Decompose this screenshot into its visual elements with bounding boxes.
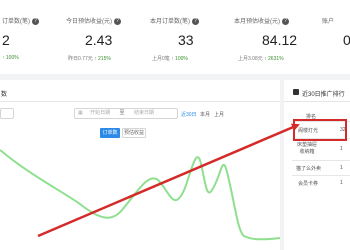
chart-overlay: [0, 119, 347, 241]
orders-trend-line: [0, 149, 281, 241]
highlight-box: [293, 119, 347, 141]
annotation-arrow: [37, 123, 300, 238]
